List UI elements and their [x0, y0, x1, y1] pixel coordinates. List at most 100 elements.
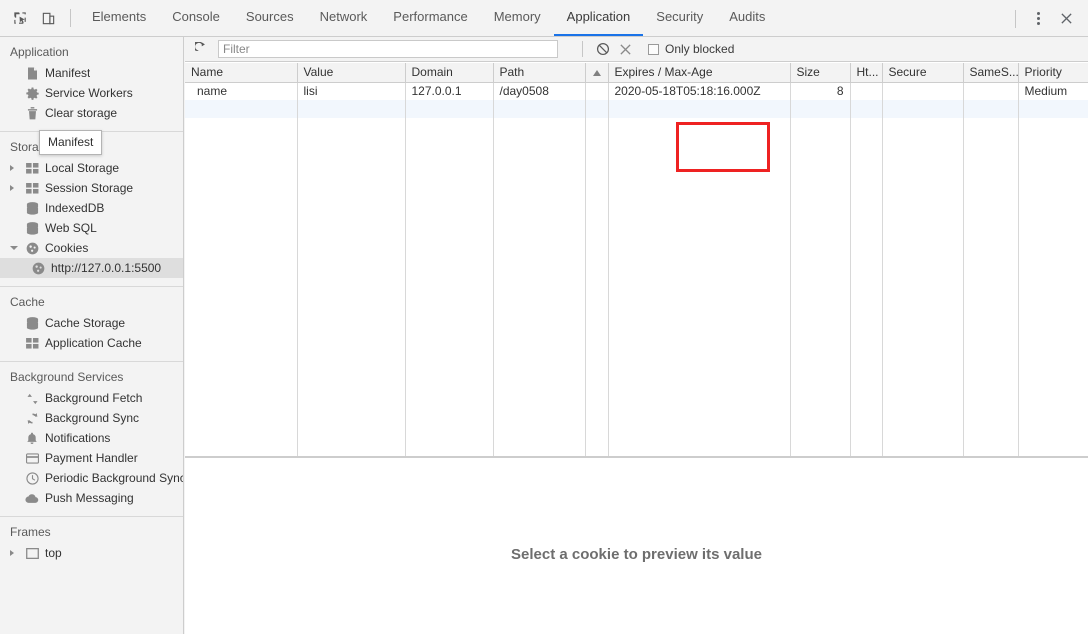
sidebar-item-payment-handler[interactable]: Payment Handler	[0, 448, 183, 468]
sidebar-item-label: Web SQL	[45, 221, 97, 235]
manifest-file-icon	[24, 65, 40, 81]
sync-icon	[24, 410, 40, 426]
device-toolbar-icon[interactable]	[34, 5, 62, 31]
table-icon	[24, 180, 40, 196]
tab-label: Memory	[493, 9, 541, 24]
sidebar-group-title: Background Services	[10, 370, 124, 384]
close-icon[interactable]	[1052, 6, 1080, 32]
panel-tabs: Elements Console Sources Network Perform…	[79, 0, 778, 37]
tab-application[interactable]: Application	[553, 0, 644, 36]
column-header-httponly[interactable]: Ht...	[850, 63, 883, 83]
clock-icon	[24, 470, 40, 486]
sidebar-item-label: Cache Storage	[45, 316, 126, 330]
sidebar-item-label: Service Workers	[45, 86, 133, 100]
refresh-icon[interactable]	[191, 39, 213, 59]
sidebar-item-push-messaging[interactable]: Push Messaging	[0, 488, 183, 508]
cell-size: 8	[790, 82, 851, 100]
checkbox-box[interactable]	[648, 43, 659, 55]
tab-sources[interactable]: Sources	[233, 0, 307, 36]
cookie-icon	[24, 240, 40, 256]
chevron-right-icon[interactable]	[10, 185, 14, 191]
kebab-menu-icon[interactable]	[1024, 6, 1052, 32]
preview-placeholder-text: Select a cookie to preview its value	[511, 545, 762, 563]
column-header-expires[interactable]: Expires / Max-Age	[608, 63, 791, 83]
arrows-updown-icon	[24, 390, 40, 406]
sidebar-item-local-storage[interactable]: Local Storage	[0, 158, 183, 178]
sidebar-item-web-sql[interactable]: Web SQL	[0, 218, 183, 238]
frame-icon	[24, 545, 40, 561]
cookie-icon	[30, 260, 46, 276]
column-header-samesite[interactable]: SameS...	[963, 63, 1019, 83]
sidebar-item-application-cache[interactable]: Application Cache	[0, 333, 183, 353]
sidebar-item-periodic-background-sync[interactable]: Periodic Background Sync	[0, 468, 183, 488]
cell-empty	[882, 100, 964, 118]
column-header-size[interactable]: Size	[790, 63, 851, 83]
sidebar-item-top-frame[interactable]: top	[0, 543, 183, 563]
tab-security[interactable]: Security	[643, 0, 716, 36]
cell-empty	[493, 100, 586, 118]
column-header-path[interactable]: Path	[493, 63, 586, 83]
sidebar-item-cookie-origin[interactable]: http://127.0.0.1:5500	[0, 258, 183, 278]
column-header-sort-indicator[interactable]	[585, 63, 609, 83]
only-blocked-checkbox[interactable]: Only blocked	[648, 42, 734, 56]
sidebar-item-cache-storage[interactable]: Cache Storage	[0, 313, 183, 333]
cell-empty	[1018, 118, 1088, 457]
sidebar-group-frames: Frames top	[0, 517, 183, 569]
sidebar-item-cookies[interactable]: Cookies	[0, 238, 183, 258]
sidebar-item-service-workers[interactable]: Service Workers	[0, 83, 183, 103]
sidebar-item-session-storage[interactable]: Session Storage	[0, 178, 183, 198]
table-row[interactable]: name lisi 127.0.0.1 /day0508 2020-05-18T…	[185, 82, 1088, 100]
sidebar-item-indexeddb[interactable]: IndexedDB	[0, 198, 183, 218]
block-icon[interactable]	[592, 39, 614, 59]
chevron-down-icon[interactable]	[10, 245, 18, 253]
filter-input[interactable]	[218, 40, 558, 58]
tab-performance[interactable]: Performance	[380, 0, 480, 36]
column-header-domain[interactable]: Domain	[405, 63, 494, 83]
sidebar-item-notifications[interactable]: Notifications	[0, 428, 183, 448]
sidebar-group-title: Application	[10, 45, 69, 59]
inspect-element-icon[interactable]	[6, 5, 34, 31]
sidebar-item-label: Payment Handler	[45, 451, 138, 465]
chevron-right-icon[interactable]	[10, 165, 14, 171]
cell-empty	[790, 100, 851, 118]
trash-icon	[24, 105, 40, 121]
cloud-icon	[24, 490, 40, 506]
cell-sort-spacer	[585, 82, 609, 100]
database-icon	[24, 315, 40, 331]
toolbar-right-controls	[1007, 0, 1088, 37]
table-filler-row	[185, 118, 1088, 457]
cookies-panel: Only blocked Name Value Domain Path	[185, 37, 1088, 634]
sidebar-item-label: Manifest	[45, 66, 91, 80]
sidebar-item-manifest[interactable]: Manifest	[0, 63, 183, 83]
tab-elements[interactable]: Elements	[79, 0, 159, 36]
cell-empty	[297, 100, 406, 118]
column-header-name[interactable]: Name	[185, 63, 298, 83]
column-header-priority[interactable]: Priority	[1018, 63, 1088, 83]
tab-label: Elements	[92, 9, 147, 24]
cell-empty	[963, 118, 1019, 457]
cell-empty	[493, 118, 586, 457]
application-sidebar[interactable]: Application Manifest Service Workers Cle…	[0, 37, 184, 634]
table-row-empty[interactable]	[185, 100, 1088, 118]
sidebar-group-cache: Cache Cache Storage Application Cache	[0, 287, 183, 359]
sidebar-item-label: Cookies	[45, 241, 89, 255]
tab-network[interactable]: Network	[307, 0, 381, 36]
cookies-table-container[interactable]: Name Value Domain Path Expires / Max-Age…	[185, 63, 1088, 457]
tab-console[interactable]: Console	[159, 0, 233, 36]
sidebar-item-label: Background Sync	[45, 411, 140, 425]
sidebar-item-label: IndexedDB	[45, 201, 105, 215]
cell-priority: Medium	[1024, 84, 1068, 99]
chevron-right-icon[interactable]	[10, 550, 14, 556]
sidebar-item-clear-storage[interactable]: Clear storage	[0, 103, 183, 123]
tab-memory[interactable]: Memory	[481, 0, 554, 36]
tab-audits[interactable]: Audits	[716, 0, 778, 36]
sidebar-item-background-fetch[interactable]: Background Fetch	[0, 388, 183, 408]
tab-label: Application	[566, 9, 631, 24]
bell-icon	[24, 430, 40, 446]
column-header-value[interactable]: Value	[297, 63, 406, 83]
devtools-toolbar: Elements Console Sources Network Perform…	[0, 0, 1088, 37]
close-icon[interactable]	[614, 39, 636, 59]
column-header-secure[interactable]: Secure	[882, 63, 964, 83]
sidebar-item-label: Periodic Background Sync	[45, 471, 183, 485]
sidebar-item-background-sync[interactable]: Background Sync	[0, 408, 183, 428]
